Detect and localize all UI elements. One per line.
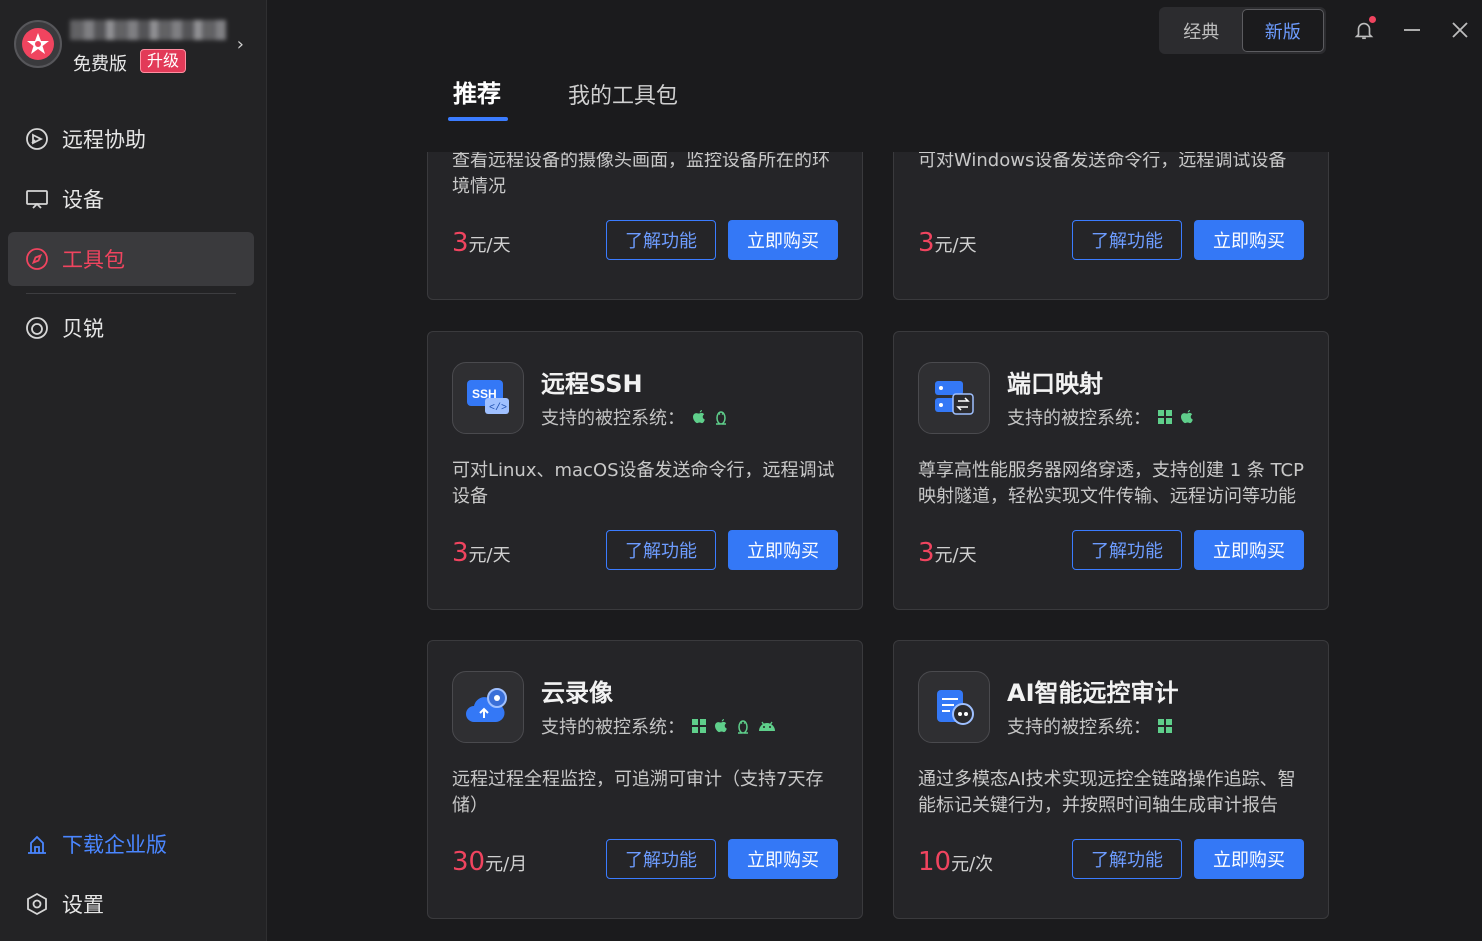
apple-icon [713, 718, 729, 734]
learn-more-button[interactable]: 了解功能 [606, 530, 716, 570]
nav-devices[interactable]: 设备 [8, 172, 254, 226]
tool-card-price: 3元/天 [918, 228, 977, 258]
close-icon[interactable] [1446, 16, 1474, 44]
buy-now-button[interactable]: 立即购买 [1194, 220, 1304, 260]
nav-beirui[interactable]: 贝锐 [8, 301, 254, 355]
star-logo-icon [22, 28, 54, 60]
buy-now-button[interactable]: 立即购买 [728, 839, 838, 879]
nav-toolkit[interactable]: 工具包 [8, 232, 254, 286]
nav-remote-assist[interactable]: 远程协助 [8, 112, 254, 166]
tool-card-title: 云录像 [541, 679, 613, 707]
nav-divider [26, 293, 236, 294]
tool-card-ai-audit: AI智能远控审计 支持的被控系统： 通过多模态AI技术实现远控全链路操作追踪、智… [893, 640, 1329, 919]
version-switcher: 经典 新版 [1159, 7, 1326, 54]
sidebar: 免费版 升级 › 远程协助 设备 工具包 贝锐 下载企业版 设置 [0, 0, 267, 941]
tool-card-price: 3元/天 [452, 538, 511, 568]
beirui-icon [24, 315, 50, 341]
tool-card-cloud-recording: 云录像 支持的被控系统： 远程过程全程监控，可追溯可审计（支持7天存储） 30元… [427, 640, 863, 919]
supported-systems: 支持的被控系统： [1007, 404, 1195, 430]
buy-now-button[interactable]: 立即购买 [1194, 530, 1304, 570]
windows-icon [1157, 718, 1173, 734]
apple-icon [1179, 409, 1195, 425]
apple-icon [691, 409, 707, 425]
buy-now-button[interactable]: 立即购买 [728, 530, 838, 570]
ssh-icon: SSH </> [452, 362, 524, 434]
plan-label: 免费版 [73, 54, 127, 75]
cloud-recording-icon [452, 671, 524, 743]
minimize-icon[interactable] [1398, 16, 1426, 44]
linux-icon [735, 718, 751, 734]
download-enterprise-icon [24, 831, 50, 857]
tool-card-camera: 查看远程设备的摄像头画面，监控设备所在的环境情况 3元/天 了解功能 立即购买 [427, 152, 863, 300]
upgrade-badge[interactable]: 升级 [140, 49, 187, 73]
notification-dot [1369, 16, 1376, 23]
learn-more-button[interactable]: 了解功能 [1072, 839, 1182, 879]
supported-systems: 支持的被控系统： [541, 713, 777, 739]
tool-card-desc: 远程过程全程监控，可追溯可审计（支持7天存储） [452, 769, 824, 816]
linux-icon [713, 409, 729, 425]
compass-icon [24, 246, 50, 272]
toolkit-card-list: 查看远程设备的摄像头画面，监控设备所在的环境情况 3元/天 了解功能 立即购买 … [400, 152, 1360, 941]
supported-systems: 支持的被控系统： [1007, 713, 1173, 739]
tool-card-desc: 查看远程设备的摄像头画面，监控设备所在的环境情况 [452, 152, 830, 197]
avatar[interactable] [14, 20, 62, 68]
tool-card-price: 3元/天 [918, 538, 977, 568]
tool-card-desc: 可对Linux、macOS设备发送命令行，远程调试设备 [452, 460, 835, 507]
windows-icon [1157, 409, 1173, 425]
tool-card-desc: 尊享高性能服务器网络穿透，支持创建 1 条 TCP 映射隧道，轻松实现文件传输、… [918, 460, 1304, 507]
buy-now-button[interactable]: 立即购买 [728, 220, 838, 260]
buy-now-button[interactable]: 立即购买 [1194, 839, 1304, 879]
tool-card-price: 30元/月 [452, 847, 528, 877]
chevron-right-icon[interactable]: › [237, 34, 244, 55]
nav-devices-label: 设备 [62, 188, 104, 212]
tab-my-toolkit[interactable]: 我的工具包 [568, 78, 678, 110]
learn-more-button[interactable]: 了解功能 [606, 220, 716, 260]
download-enterprise-link[interactable]: 下载企业版 [8, 824, 254, 864]
learn-more-button[interactable]: 了解功能 [1072, 220, 1182, 260]
svg-text:</>: </> [489, 402, 507, 414]
learn-more-button[interactable]: 了解功能 [606, 839, 716, 879]
learn-more-button[interactable]: 了解功能 [1072, 530, 1182, 570]
new-version-button[interactable]: 新版 [1241, 9, 1324, 52]
tab-active-indicator [448, 117, 508, 121]
tool-card-title: 端口映射 [1007, 370, 1103, 398]
tool-card-price: 3元/天 [452, 228, 511, 258]
username-blurred [70, 20, 226, 40]
tool-card-desc: 可对Windows设备发送命令行，远程调试设备 [918, 152, 1287, 171]
tool-card-title: 远程SSH [541, 370, 643, 398]
supported-systems: 支持的被控系统： [541, 404, 729, 430]
tool-card-port-mapping: 端口映射 支持的被控系统： 尊享高性能服务器网络穿透，支持创建 1 条 TCP … [893, 331, 1329, 610]
windows-icon [691, 718, 707, 734]
android-icon [757, 718, 777, 734]
tab-recommended[interactable]: 推荐 [453, 74, 501, 109]
bell-icon[interactable] [1350, 16, 1378, 44]
nav-toolkit-label: 工具包 [62, 248, 125, 272]
nav-beirui-label: 贝锐 [62, 317, 104, 341]
port-mapping-icon [918, 362, 990, 434]
settings-link[interactable]: 设置 [8, 884, 254, 924]
classic-version-button[interactable]: 经典 [1161, 9, 1242, 52]
gear-icon [24, 891, 50, 917]
profile-block[interactable]: 免费版 升级 › [14, 20, 254, 76]
remote-assist-icon [24, 126, 50, 152]
monitor-icon [24, 186, 50, 212]
nav-remote-assist-label: 远程协助 [62, 128, 146, 152]
tool-card-title: AI智能远控审计 [1007, 679, 1179, 707]
tool-card-price: 10元/次 [918, 847, 994, 877]
ai-audit-icon [918, 671, 990, 743]
download-enterprise-label: 下载企业版 [62, 833, 167, 857]
settings-label: 设置 [62, 893, 104, 917]
tool-card-desc: 通过多模态AI技术实现远控全链路操作追踪、智能标记关键行为，并按照时间轴生成审计… [918, 769, 1296, 816]
tool-card-ssh: SSH </> 远程SSH 支持的被控系统： 可对Linux、macOS设备发送… [427, 331, 863, 610]
tool-card-cmd: 可对Windows设备发送命令行，远程调试设备 3元/天 了解功能 立即购买 [893, 152, 1329, 300]
